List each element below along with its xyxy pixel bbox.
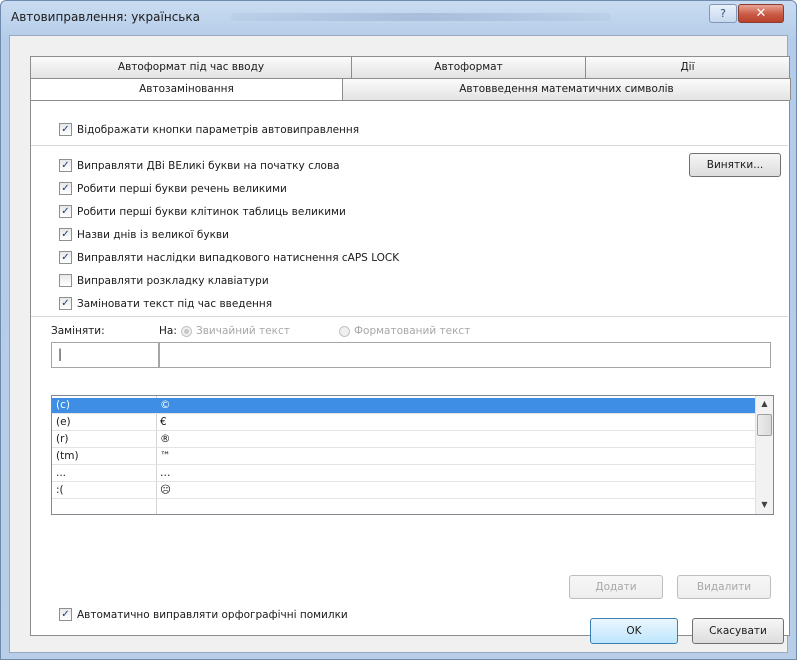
check-label: Заміновати текст під час введення — [77, 297, 273, 310]
dialog-window: Автовиправлення: українська ? ✕ Автоформ… — [0, 0, 797, 660]
tab-actions[interactable]: Дії — [585, 56, 790, 78]
radio-formatted-text[interactable]: Форматований текст — [339, 325, 470, 337]
list-item-to: ☹ — [160, 484, 171, 496]
check-label: Робити перші букви речень великими — [77, 182, 287, 195]
list-item-from: (tm) — [56, 450, 79, 462]
list-item-from: (r) — [56, 433, 69, 445]
check-label: Автоматично виправляти орфографічні поми… — [77, 608, 348, 621]
exceptions-button[interactable]: Винятки... — [689, 153, 781, 177]
checkbox[interactable]: ✓ — [59, 123, 72, 136]
list-item[interactable]: :( ☹ — [52, 483, 755, 499]
list-item-from: :( — [56, 484, 64, 496]
checkbox[interactable]: ✓ — [59, 297, 72, 310]
window-title: Автовиправлення: українська — [11, 10, 200, 24]
tab-row-front: Автозаміновання Автовведення математични… — [30, 78, 791, 102]
check-keyboard-layout[interactable]: Виправляти розкладку клавіатури — [59, 274, 269, 287]
tab-autocorrect[interactable]: Автозаміновання — [30, 78, 343, 102]
check-label: Відображати кнопки параметрів автовиправ… — [77, 123, 360, 136]
check-capitalize-table-cells[interactable]: ✓ Робити перші букви клітинок таблиць ве… — [59, 205, 346, 218]
add-button[interactable]: Додати — [569, 575, 663, 599]
radio-button[interactable] — [339, 325, 350, 337]
list-scrollbar[interactable]: ▲ ▼ — [755, 396, 773, 514]
check-label: Виправляти наслідки випадкового натиснен… — [77, 251, 400, 264]
list-item-from: (c) — [56, 399, 70, 411]
list-item[interactable]: (e) € — [52, 415, 755, 431]
checkbox[interactable]: ✓ — [59, 182, 72, 195]
list-item[interactable]: (r) ® — [52, 432, 755, 448]
title-bar[interactable]: Автовиправлення: українська ? ✕ — [1, 1, 796, 35]
radio-label: Форматований текст — [354, 325, 471, 337]
with-input[interactable] — [159, 342, 771, 368]
replace-input[interactable]: | — [51, 342, 159, 368]
check-label: Назви днів із великої букви — [77, 228, 229, 241]
list-item-to: © — [160, 399, 171, 411]
list-item-to: ™ — [160, 450, 171, 462]
title-bar-glare — [231, 13, 611, 21]
checkbox[interactable] — [59, 274, 72, 287]
list-item-to: … — [160, 467, 171, 479]
close-button[interactable]: ✕ — [738, 4, 784, 23]
replace-label: Заміняти: — [51, 325, 105, 337]
radio-button[interactable] — [181, 325, 192, 337]
separator — [31, 316, 788, 317]
check-replace-text[interactable]: ✓ Заміновати текст під час введення — [59, 297, 272, 310]
check-show-options-buttons[interactable]: ✓ Відображати кнопки параметрів автовипр… — [59, 123, 359, 136]
scroll-thumb[interactable] — [757, 414, 772, 436]
list-item-to: € — [160, 416, 167, 428]
check-auto-spelling[interactable]: ✓ Автоматично виправляти орфографічні по… — [59, 608, 348, 621]
with-label: На: — [159, 325, 177, 337]
help-button[interactable]: ? — [709, 4, 737, 23]
list-item[interactable]: (c) © — [52, 398, 755, 414]
tab-math-autocorrect[interactable]: Автовведення математичних символів — [342, 78, 791, 100]
list-item-from: ... — [56, 467, 67, 479]
tab-autoformat-as-you-type[interactable]: Автоформат під час вводу — [30, 56, 352, 78]
check-label: Виправляти розкладку клавіатури — [77, 274, 269, 287]
scroll-up-icon[interactable]: ▲ — [756, 396, 773, 412]
ok-button[interactable]: OK — [590, 618, 678, 644]
list-item-from: (e) — [56, 416, 71, 428]
list-item[interactable]: ... … — [52, 466, 755, 482]
list-item[interactable]: (tm) ™ — [52, 449, 755, 465]
cancel-button[interactable]: Скасувати — [692, 618, 784, 644]
check-capitalize-sentences[interactable]: ✓ Робити перші букви речень великими — [59, 182, 287, 195]
autocorrect-panel: ✓ Відображати кнопки параметрів автовипр… — [30, 100, 790, 636]
check-capitalize-day-names[interactable]: ✓ Назви днів із великої букви — [59, 228, 229, 241]
checkbox[interactable]: ✓ — [59, 205, 72, 218]
checkbox[interactable]: ✓ — [59, 251, 72, 264]
check-label: Робити перші букви клітинок таблиць вели… — [77, 205, 346, 218]
radio-label: Звичайний текст — [196, 325, 290, 337]
list-item-to: ® — [160, 433, 171, 445]
tab-autoformat[interactable]: Автоформат — [351, 56, 586, 78]
scroll-down-icon[interactable]: ▼ — [756, 497, 773, 513]
tab-row-back: Автоформат під час вводу Автоформат Дії — [30, 56, 790, 78]
checkbox[interactable]: ✓ — [59, 228, 72, 241]
check-caps-lock[interactable]: ✓ Виправляти наслідки випадкового натисн… — [59, 251, 399, 264]
check-two-initial-caps[interactable]: ✓ Виправляти ДВі ВЕликі букви на початку… — [59, 159, 340, 172]
check-label: Виправляти ДВі ВЕликі букви на початку с… — [77, 159, 340, 172]
checkbox[interactable]: ✓ — [59, 159, 72, 172]
dialog-client-area: Автоформат під час вводу Автоформат Дії … — [9, 35, 791, 653]
separator — [31, 145, 788, 146]
radio-plain-text[interactable]: Звичайний текст — [181, 325, 290, 337]
autocorrect-list[interactable]: (c) © (e) € (r) ® (tm) ™ ... …:(☹ ▲ ▼ — [51, 395, 774, 515]
checkbox[interactable]: ✓ — [59, 608, 72, 621]
delete-button[interactable]: Видалити — [677, 575, 771, 599]
